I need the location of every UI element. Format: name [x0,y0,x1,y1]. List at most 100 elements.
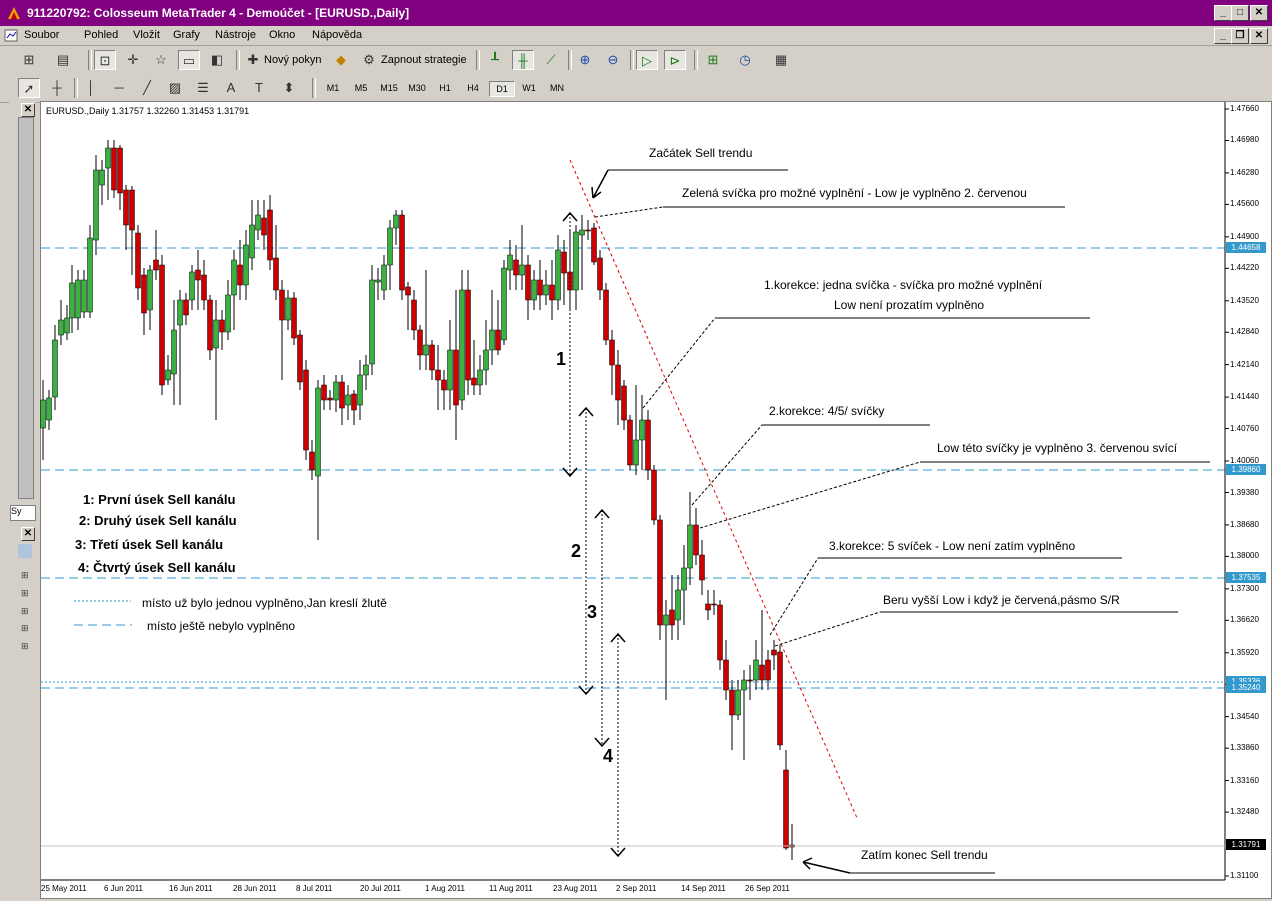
price-label: 1.42140 [1230,359,1259,369]
bearish-candle [207,299,213,351]
price-label: 1.44220 [1230,263,1259,273]
bullish-candle [315,387,321,477]
bullish-candle [75,279,81,319]
price-label: 1.36620 [1230,615,1259,625]
bullish-candle [459,289,465,401]
bearish-candle [549,284,555,301]
bullish-candle [573,231,579,291]
bearish-candle [597,257,603,291]
bearish-candle [645,419,651,471]
bullish-candle [285,297,291,321]
bullish-candle [165,369,171,381]
price-label: 1.40760 [1230,423,1259,433]
segment-number-1: 1 [556,349,567,369]
segment-number-2: 2 [571,541,582,561]
bearish-candle [585,229,591,232]
bearish-candle [513,259,519,276]
date-label: 2 Sep 2011 [616,884,657,893]
bullish-candle [64,317,70,334]
bearish-candle [525,264,531,301]
bullish-candle [345,394,351,406]
bearish-candle [705,603,711,611]
annotation-lowcandle: Low této svíčky je vyplněno 3. červenou … [937,441,1178,455]
bullish-candle [225,294,231,333]
bearish-candle [291,297,297,339]
annotation-corr1b: Low není prozatím vyplněno [834,298,985,312]
price-label: 1.44900 [1230,231,1259,241]
bearish-candle [609,339,615,366]
date-label: 1 Aug 2011 [425,884,465,893]
bullish-candle [177,299,183,326]
price-label: 1.38680 [1230,519,1259,529]
bearish-candle [123,189,129,226]
bearish-candle [417,329,423,356]
bearish-candle [591,227,597,263]
bullish-candle [489,329,495,351]
bullish-candle [375,279,381,283]
arrow-start [591,169,609,199]
bearish-candle [219,319,225,333]
bearish-candle [405,286,411,296]
bearish-candle [627,419,633,466]
bearish-candle [495,329,501,351]
bullish-candle [357,374,363,406]
annotation-higherlow: Beru vyšší Low i když je červená,pásmo S… [883,593,1120,607]
bullish-candle [213,319,219,349]
bearish-candle [717,604,723,661]
current-price-label: 1.31791 [1226,839,1266,850]
bearish-candle [153,259,159,271]
date-label: 28 Jun 2011 [233,884,277,893]
bearish-candle [321,384,327,401]
date-label: 23 Aug 2011 [553,884,598,893]
bullish-candle [681,567,687,591]
price-label: 1.34540 [1230,711,1259,721]
bearish-candle [183,299,189,316]
bullish-candle [663,614,669,626]
bullish-candle [447,349,453,391]
bullish-candle [387,227,393,266]
price-label: 1.46980 [1230,135,1259,145]
bullish-candle [189,271,195,301]
bearish-candle [699,554,705,581]
price-label: 1.41440 [1230,392,1259,402]
bullish-candle [243,244,249,286]
bullish-candle [363,364,369,376]
leader-corr3 [769,557,819,636]
date-label: 25 May 2011 [41,884,87,893]
bullish-candle [687,524,693,569]
price-label: 1.35920 [1230,647,1259,657]
legend-segment-2: 2: Druhý úsek Sell kanálu [79,513,237,528]
bearish-candle [429,344,435,371]
bullish-candle [735,689,741,716]
bearish-candle [783,769,789,849]
bearish-candle [435,369,441,381]
bearish-candle [777,651,783,746]
bearish-candle [615,364,621,401]
annotation-corr2: 2.korekce: 4/5/ svíčky [769,404,885,418]
bullish-candle [87,237,93,313]
bearish-candle [111,147,117,191]
bearish-candle [261,217,267,236]
bullish-candle [231,259,237,296]
bullish-candle [105,147,111,169]
bearish-candle [135,232,141,289]
bullish-candle [99,169,105,186]
bearish-candle [195,269,201,281]
price-label: 1.31100 [1230,871,1259,880]
bearish-candle [657,519,663,626]
bearish-candle [711,603,717,606]
bullish-candle [171,329,177,375]
leader-lowcandle [699,461,921,529]
bearish-candle [771,649,777,656]
price-label: 1.33160 [1230,775,1259,785]
legend-dotted-text: místo už bylo jednou vyplněno,Jan kreslí… [142,596,387,610]
bullish-candle [255,214,261,231]
bullish-candle [753,659,759,681]
bearish-candle [117,147,123,194]
price-label: 1.33860 [1230,743,1259,753]
bullish-candle [741,679,747,691]
bullish-candle [501,267,507,341]
level-price-label: 1.35240 [1226,682,1266,693]
leader-higherlow [774,611,881,647]
bullish-candle [52,339,58,398]
